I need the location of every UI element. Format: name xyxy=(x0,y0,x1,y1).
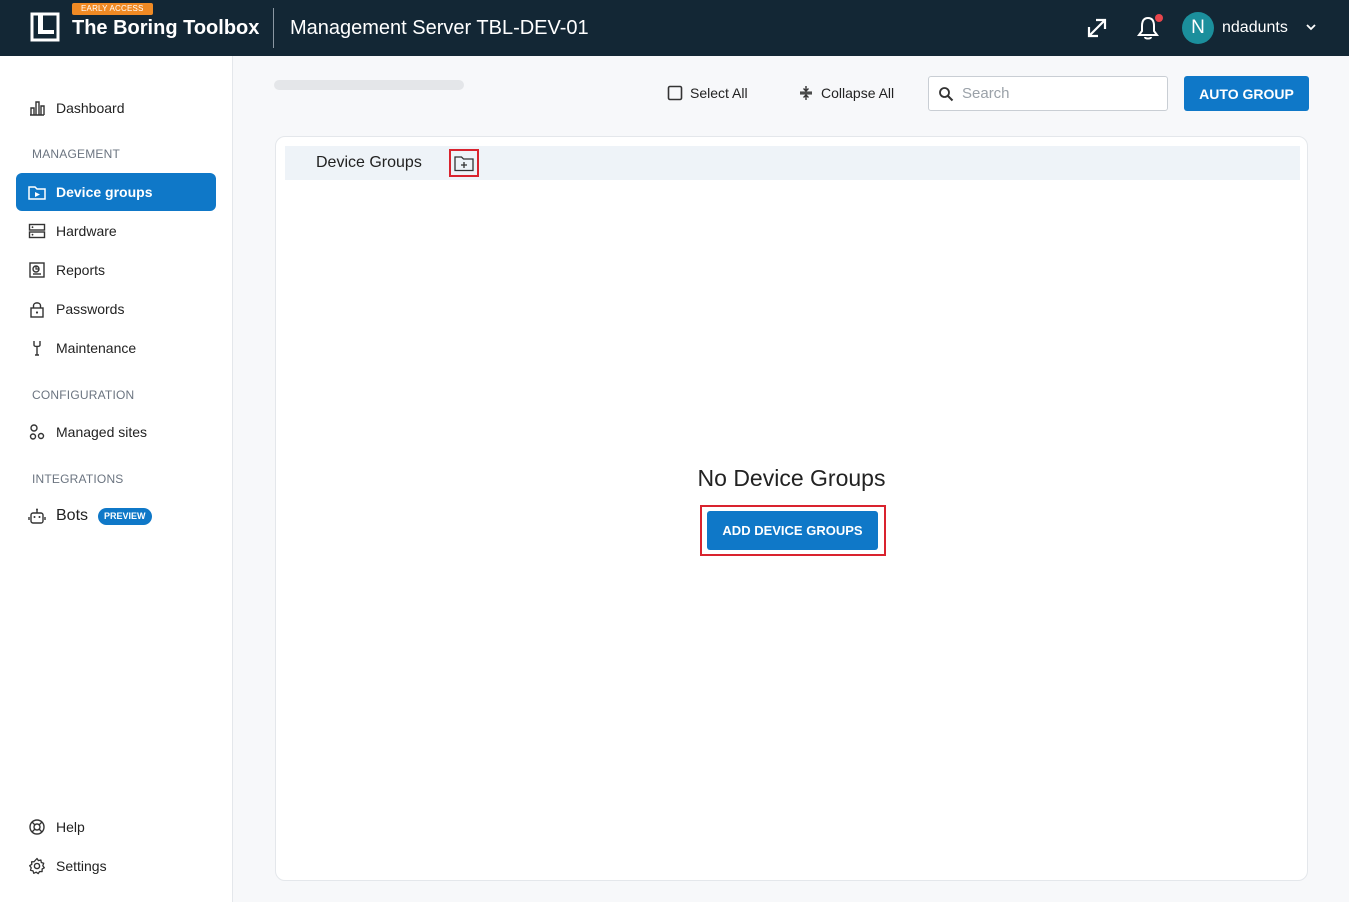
device-groups-panel: Device Groups No Device Groups ADD DEVIC… xyxy=(275,136,1308,881)
wrench-icon xyxy=(33,341,41,356)
sidebar-item-device-groups[interactable]: Device groups xyxy=(16,173,216,211)
sidebar-item-label: Device groups xyxy=(56,184,153,200)
empty-state-title: No Device Groups xyxy=(697,465,886,491)
sidebar: Dashboard MANAGEMENT Device groups Hardw… xyxy=(0,56,233,902)
sidebar-item-passwords[interactable]: Passwords xyxy=(16,290,216,328)
server-title: Management Server TBL-DEV-01 xyxy=(290,17,589,39)
panel-header: Device Groups xyxy=(285,146,1300,180)
checkbox-icon xyxy=(667,85,683,101)
sidebar-item-help[interactable]: Help xyxy=(16,808,216,846)
folder-add-icon xyxy=(454,156,474,172)
sidebar-item-label: Managed sites xyxy=(56,424,148,440)
sidebar-item-settings[interactable]: Settings xyxy=(16,847,216,885)
sidebar-item-label: Passwords xyxy=(56,301,125,317)
header-divider xyxy=(273,8,274,48)
sidebar-item-reports[interactable]: Reports xyxy=(16,251,216,289)
brand-name[interactable]: The Boring Toolbox xyxy=(72,15,259,41)
collapse-all-button[interactable]: Collapse All xyxy=(798,82,894,104)
sidebar-item-bots[interactable]: Bots PREVIEW xyxy=(16,497,216,535)
search-input[interactable] xyxy=(962,85,1152,102)
bar-chart-icon xyxy=(30,101,45,116)
collapse-icon xyxy=(800,86,812,100)
sidebar-item-label: Reports xyxy=(56,262,106,278)
loading-skeleton xyxy=(274,80,464,90)
preview-badge: PREVIEW xyxy=(98,507,152,525)
add-device-groups-button[interactable]: ADD DEVICE GROUPS xyxy=(707,511,878,550)
sidebar-item-label: Maintenance xyxy=(56,340,137,356)
lifebuoy-icon xyxy=(29,819,45,835)
top-bar: EARLY ACCESS The Boring Toolbox Manageme… xyxy=(0,0,1349,56)
server-icon xyxy=(28,223,46,239)
sidebar-item-label: Settings xyxy=(56,858,107,874)
select-all-button[interactable]: Select All xyxy=(667,82,748,104)
collapse-all-label: Collapse All xyxy=(821,85,895,101)
add-folder-button[interactable] xyxy=(449,149,479,177)
search-box[interactable] xyxy=(928,76,1168,111)
username[interactable]: ndadunts xyxy=(1222,17,1288,39)
gear-icon xyxy=(29,857,45,875)
select-all-label: Select All xyxy=(690,85,748,101)
section-label-configuration: CONFIGURATION xyxy=(32,388,135,402)
sidebar-item-maintenance[interactable]: Maintenance xyxy=(16,329,216,367)
avatar[interactable]: N xyxy=(1182,12,1214,44)
sidebar-item-label: Dashboard xyxy=(56,100,125,116)
sidebar-item-managed-sites[interactable]: Managed sites xyxy=(16,413,216,451)
folder-play-icon xyxy=(28,186,46,200)
robot-icon xyxy=(28,508,46,524)
panel-header-title: Device Groups xyxy=(316,154,422,171)
section-label-integrations: INTEGRATIONS xyxy=(32,472,124,486)
search-icon xyxy=(939,86,954,101)
sidebar-item-dashboard[interactable]: Dashboard xyxy=(16,89,216,127)
chevron-down-icon[interactable] xyxy=(1304,20,1318,34)
section-label-management: MANAGEMENT xyxy=(32,147,121,161)
notification-dot xyxy=(1155,14,1163,22)
auto-group-button[interactable]: AUTO GROUP xyxy=(1184,76,1309,111)
sidebar-item-label: Bots xyxy=(56,507,89,524)
early-access-badge: EARLY ACCESS xyxy=(72,3,153,15)
lock-icon xyxy=(30,302,44,318)
report-icon xyxy=(29,262,45,278)
expand-icon[interactable] xyxy=(1083,14,1111,42)
sidebar-item-hardware[interactable]: Hardware xyxy=(16,212,216,250)
sidebar-item-label: Hardware xyxy=(56,223,117,239)
sites-icon xyxy=(29,424,45,440)
sidebar-item-label: Help xyxy=(56,819,85,835)
toolbox-logo-icon[interactable] xyxy=(30,12,60,42)
